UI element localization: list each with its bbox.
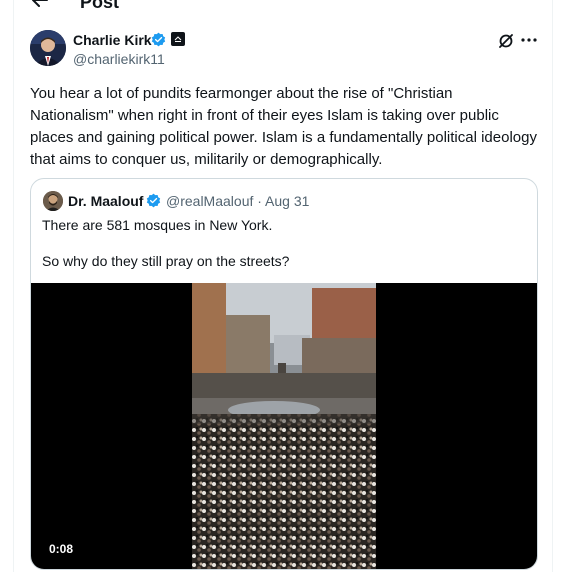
- author-name[interactable]: Charlie Kirk: [73, 31, 152, 49]
- back-button[interactable]: [30, 0, 50, 10]
- affiliation-badge-icon[interactable]: [171, 32, 185, 46]
- more-options-icon[interactable]: [521, 38, 537, 42]
- page-header: Post: [14, 0, 552, 18]
- avatar-image: [30, 30, 66, 66]
- grok-icon[interactable]: [498, 33, 514, 49]
- arrow-left-icon: [32, 0, 48, 7]
- video-thumbnail: [192, 283, 376, 569]
- quoted-author-meta: @realMaalouf · Aug 31: [166, 193, 309, 210]
- column-border-right: [552, 0, 553, 572]
- author-handle[interactable]: @charliekirk11: [73, 50, 165, 68]
- video-player[interactable]: 0:08: [31, 283, 537, 569]
- column-border-left: [13, 0, 14, 572]
- post-page: Post Charlie Kirk @charliekirk11 You hea…: [0, 0, 561, 572]
- verified-badge-icon: [146, 193, 161, 208]
- quoted-author-name[interactable]: Dr. Maalouf: [68, 193, 143, 210]
- post-author-row: Charlie Kirk @charliekirk11: [30, 30, 540, 70]
- quoted-post-date[interactable]: Aug 31: [265, 193, 309, 209]
- video-timestamp: 0:08: [49, 542, 74, 556]
- video-frame: [192, 283, 376, 569]
- quoted-author-handle[interactable]: @realMaalouf: [166, 193, 253, 209]
- post-text: You hear a lot of pundits fearmonger abo…: [30, 85, 537, 168]
- quoted-author-avatar[interactable]: [43, 191, 63, 211]
- meta-separator: ·: [253, 193, 266, 209]
- quoted-text-line-2: So why do they still pray on the streets…: [42, 253, 290, 269]
- verified-badge-icon: [151, 32, 166, 47]
- quoted-text-line-1: There are 581 mosques in New York.: [42, 217, 273, 233]
- author-avatar[interactable]: [30, 30, 66, 66]
- quoted-post[interactable]: Dr. Maalouf @realMaalouf · Aug 31 There …: [30, 178, 538, 570]
- page-title: Post: [80, 0, 120, 12]
